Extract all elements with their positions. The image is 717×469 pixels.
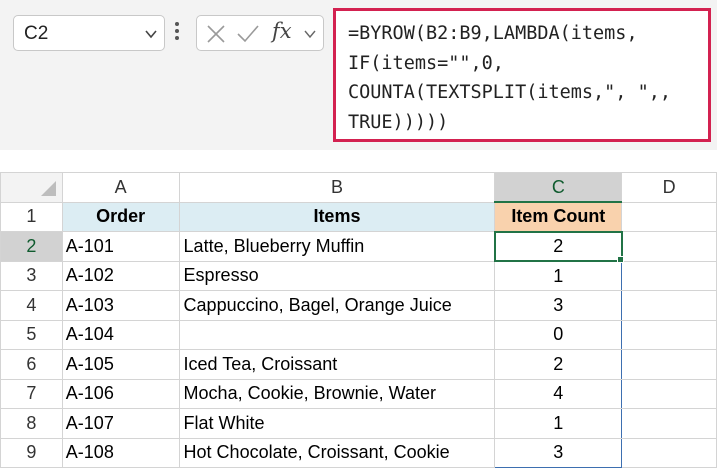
row-header[interactable]: 7 [0,378,63,409]
select-all-button[interactable] [0,172,63,203]
item-count-cell[interactable]: 3 [494,437,623,468]
table-row: 8 A-107 Flat White 1 [0,408,717,439]
formula-line: TRUE))))) [348,111,449,133]
more-options-icon[interactable] [174,22,180,44]
order-cell[interactable]: A-107 [61,408,180,439]
cell-b1[interactable]: Items [178,201,496,232]
cell-d1[interactable] [621,201,717,232]
row-header[interactable]: 8 [0,408,63,439]
order-cell[interactable]: A-105 [61,349,180,380]
table-row: 6 A-105 Iced Tea, Croissant 2 [0,349,717,380]
fill-handle[interactable] [616,256,624,263]
order-cell[interactable]: A-102 [61,260,180,291]
row-header[interactable]: 5 [0,319,63,350]
cell-c1[interactable]: Item Count [494,201,623,232]
items-cell[interactable]: Espresso [178,260,496,291]
name-box-value[interactable]: C2 [24,23,48,45]
item-count-cell[interactable]: 0 [494,319,623,350]
name-box[interactable]: C2 [13,15,165,51]
formula-line: IF(items="",0, [348,52,504,74]
cancel-icon[interactable] [204,23,228,45]
empty-cell[interactable] [621,231,717,262]
items-cell[interactable] [178,319,496,350]
column-header-b[interactable]: B [178,172,496,203]
items-cell[interactable]: Latte, Blueberry Muffin [178,231,496,262]
formula-text[interactable]: =BYROW(B2:B9,LAMBDA(items, IF(items="",0,… [348,19,704,137]
formula-input[interactable]: =BYROW(B2:B9,LAMBDA(items, IF(items="",0,… [333,8,711,142]
formula-line: =BYROW(B2:B9,LAMBDA(items, [348,23,638,44]
table-row: 9 A-108 Hot Chocolate, Croissant, Cookie 3 [0,437,717,468]
empty-cell[interactable] [621,408,717,439]
row-header[interactable]: 6 [0,349,63,380]
row-header[interactable]: 4 [0,290,63,321]
row-header[interactable]: 2 [0,231,63,262]
items-cell[interactable]: Iced Tea, Croissant [178,349,496,380]
empty-cell[interactable] [621,319,717,350]
order-cell[interactable]: A-103 [61,290,180,321]
empty-cell[interactable] [621,349,717,380]
order-cell[interactable]: A-106 [61,378,180,409]
item-count-cell[interactable]: 2 [493,230,623,262]
row-header[interactable]: 3 [0,260,63,291]
order-cell[interactable]: A-101 [61,231,180,262]
enter-check-icon[interactable] [236,23,260,45]
formula-bar-area: C2 fx =BYROW(B2:B9,LAMBDA(items, IF(items… [0,0,717,150]
items-cell[interactable]: Flat White [178,408,496,439]
chevron-down-icon[interactable] [144,27,158,41]
order-cell[interactable]: A-108 [61,437,180,468]
insert-function-icon[interactable]: fx [272,19,300,43]
item-count-cell[interactable]: 3 [494,290,623,321]
column-header-a[interactable]: A [61,172,180,203]
table-row: 2 A-101 Latte, Blueberry Muffin 2 [0,230,717,262]
chevron-down-icon[interactable] [303,27,317,41]
item-count-cell[interactable]: 1 [494,260,623,291]
table-row: 4 A-103 Cappuccino, Bagel, Orange Juice 3 [0,290,717,321]
row-header[interactable]: 9 [0,437,63,468]
empty-cell[interactable] [621,260,717,291]
items-cell[interactable]: Mocha, Cookie, Brownie, Water [178,378,496,409]
items-cell[interactable]: Cappuccino, Bagel, Orange Juice [178,290,496,321]
formula-line: COUNTA(TEXTSPLIT(items,", ",, [348,82,672,103]
items-cell[interactable]: Hot Chocolate, Croissant, Cookie [178,437,496,468]
column-header-c[interactable]: C [494,172,623,203]
empty-cell[interactable] [621,378,717,409]
order-cell[interactable]: A-104 [61,319,180,350]
item-count-cell[interactable]: 4 [494,378,623,409]
item-count-cell[interactable]: 2 [494,349,623,380]
cell-a1[interactable]: Order [61,201,180,232]
table-row: 5 A-104 0 [0,319,717,350]
empty-cell[interactable] [621,290,717,321]
item-count-cell[interactable]: 1 [494,408,623,439]
column-header-d[interactable]: D [621,172,717,203]
formula-controls: fx [196,15,324,51]
worksheet-grid: A B C D 1 Order Items Item Count 2 A-101 L… [0,172,717,468]
select-all-triangle-icon [40,180,56,196]
row-header[interactable]: 1 [0,201,63,232]
empty-cell[interactable] [621,437,717,468]
table-row: 7 A-106 Mocha, Cookie, Brownie, Water 4 [0,378,717,409]
table-row: 3 A-102 Espresso 1 [0,260,717,291]
